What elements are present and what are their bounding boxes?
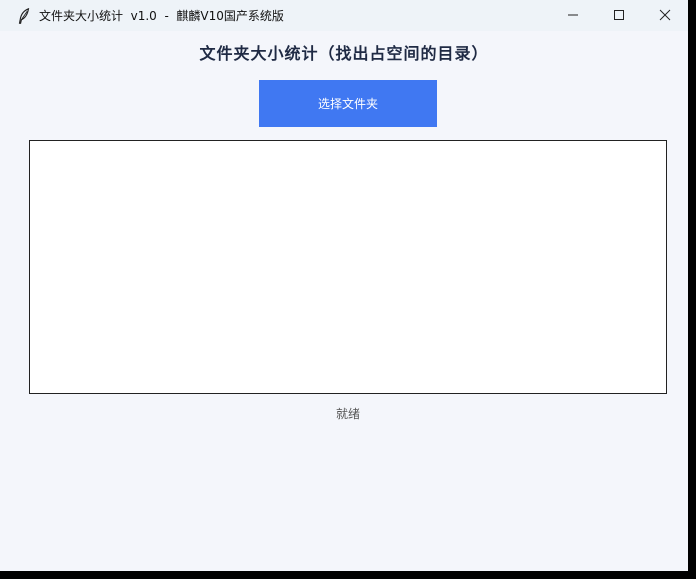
window-controls (550, 0, 688, 31)
close-button[interactable] (642, 0, 688, 31)
maximize-icon (613, 6, 625, 25)
page-title: 文件夹大小统计（找出占空间的目录） (199, 44, 489, 63)
select-folder-button[interactable]: 选择文件夹 (259, 80, 437, 127)
window-title: 文件夹大小统计 v1.0 - 麒麟V10国产系统版 (39, 9, 284, 23)
status-label: 就绪 (335, 407, 360, 421)
app-window: 文件夹大小统计 v1.0 - 麒麟V10国产系统版 文件夹大小统计（找出占空间的… (0, 0, 688, 571)
minimize-icon (567, 6, 579, 25)
maximize-button[interactable] (596, 0, 642, 31)
close-icon (659, 6, 671, 25)
minimize-button[interactable] (550, 0, 596, 31)
result-text-area[interactable] (29, 140, 667, 394)
feather-icon (17, 7, 31, 24)
title-bar[interactable]: 文件夹大小统计 v1.0 - 麒麟V10国产系统版 (0, 0, 688, 31)
